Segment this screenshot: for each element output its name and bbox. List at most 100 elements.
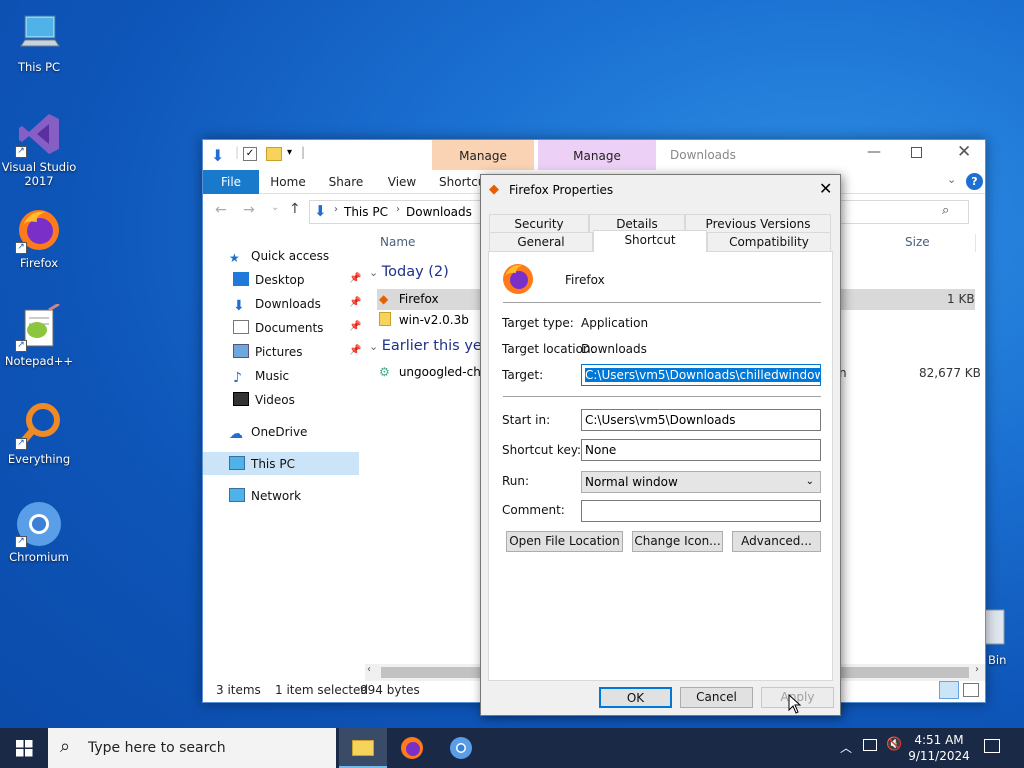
separator: | <box>301 145 306 159</box>
customize-toolbar-icon[interactable]: ▾ <box>287 147 292 158</box>
manage-shortcut-contextual-tab[interactable]: Manage <box>432 140 534 170</box>
comment-field[interactable] <box>581 500 821 522</box>
ok-button[interactable]: OK <box>599 687 672 708</box>
network-status-icon[interactable] <box>863 739 877 751</box>
group-earlier-this-year[interactable]: ⌄ Earlier this yea <box>369 338 491 354</box>
target-field[interactable]: C:\Users\vm5\Downloads\chilledwindows.ex… <box>581 364 821 386</box>
run-label: Run: <box>502 474 530 488</box>
nav-quick-access[interactable]: ★ Quick access <box>229 245 329 267</box>
windows-start-icon[interactable] <box>16 740 33 757</box>
properties-quick-icon[interactable]: ⬇ <box>211 146 224 165</box>
target-type-label: Target type: <box>502 316 574 330</box>
tab-file[interactable]: File <box>203 170 259 194</box>
target-location-value: Downloads <box>581 342 647 356</box>
tab-compatibility[interactable]: Compatibility <box>707 232 831 251</box>
search-icon[interactable]: ⌕ <box>942 203 949 218</box>
maximize-button[interactable] <box>911 147 922 158</box>
comment-label: Comment: <box>502 503 565 517</box>
file-row-win-v2[interactable]: win-v2.0.3b <box>379 310 469 331</box>
nav-onedrive[interactable]: ☁ OneDrive <box>229 421 307 443</box>
selection-count: 1 item selected <box>275 683 369 697</box>
ribbon-expand-icon[interactable]: ⌄ <box>947 173 956 186</box>
group-today[interactable]: ⌄ Today (2) <box>369 264 449 280</box>
tab-shortcut[interactable]: Shortcut <box>593 230 707 252</box>
firefox-shortcut-icon: ◆ <box>379 292 389 306</box>
desktop-icon-firefox[interactable]: ↗ Firefox <box>0 206 78 270</box>
desktop-icon-label: Notepad++ <box>4 354 74 368</box>
back-icon[interactable]: ← <box>215 202 227 218</box>
taskbar-chromium[interactable] <box>437 728 485 768</box>
change-icon-button[interactable]: Change Icon... <box>632 531 723 552</box>
tab-general[interactable]: General <box>489 232 593 251</box>
search-box[interactable]: ⌕ Type here to search <box>48 728 336 768</box>
volume-muted-icon[interactable]: 🔇 <box>886 737 902 752</box>
recent-locations-icon[interactable]: ⌄ <box>271 202 279 213</box>
desktop-folder-icon <box>233 272 249 286</box>
pictures-folder-icon <box>233 344 249 358</box>
column-header-size[interactable]: Size <box>905 235 930 255</box>
desktop-icon-this-pc[interactable]: This PC <box>0 10 78 74</box>
details-view-icon[interactable] <box>939 681 959 699</box>
help-icon[interactable]: ? <box>966 173 983 190</box>
desktop-icon-everything[interactable]: ↗ Everything <box>0 402 78 466</box>
taskbar-file-explorer[interactable] <box>339 728 387 768</box>
nav-network[interactable]: Network <box>229 485 301 507</box>
chromium-icon: ↗ <box>15 500 63 548</box>
action-center-icon[interactable] <box>984 739 1000 753</box>
scroll-right-icon[interactable]: › <box>975 664 979 675</box>
this-pc-icon <box>229 456 245 470</box>
open-file-location-button[interactable]: Open File Location <box>506 531 623 552</box>
recycle-bin-icon <box>983 609 1005 645</box>
nav-this-pc[interactable]: This PC <box>229 453 295 475</box>
breadcrumb-this-pc[interactable]: This PC <box>344 205 388 219</box>
close-button[interactable]: ✕ <box>957 142 971 162</box>
run-select[interactable]: Normal window ⌄ <box>581 471 821 493</box>
notepad-plus-plus-icon: ↗ <box>15 302 63 352</box>
downloads-folder-icon: ⬇ <box>233 298 245 314</box>
nav-music[interactable]: ♪ Music <box>233 365 289 387</box>
scroll-left-icon[interactable]: ‹ <box>367 664 371 675</box>
tab-share[interactable]: Share <box>321 170 371 194</box>
nav-desktop[interactable]: Desktop <box>233 269 305 291</box>
taskbar-firefox[interactable] <box>388 728 436 768</box>
cancel-button[interactable]: Cancel <box>680 687 753 708</box>
file-row-firefox[interactable]: ◆ Firefox <box>379 289 439 310</box>
manage-app-contextual-tab[interactable]: Manage <box>538 140 656 170</box>
shortcut-key-field[interactable]: None <box>581 439 821 461</box>
new-folder-quick-icon[interactable] <box>266 147 282 161</box>
show-hidden-icons-icon[interactable]: ︿ <box>840 739 852 756</box>
desktop-icon-visual-studio[interactable]: ↗ Visual Studio 2017 <box>0 110 78 188</box>
up-icon[interactable]: ↑ <box>289 201 301 217</box>
start-in-field[interactable]: C:\Users\vm5\Downloads <box>581 409 821 431</box>
forward-icon[interactable]: → <box>243 202 255 218</box>
nav-documents[interactable]: Documents <box>233 317 323 339</box>
column-divider <box>975 234 976 252</box>
shortcut-arrow-icon: ↗ <box>15 536 27 548</box>
nav-videos[interactable]: Videos <box>233 389 295 411</box>
column-header-name[interactable]: Name <box>380 235 415 255</box>
file-size: 82,677 KB <box>919 366 981 380</box>
shortcut-arrow-icon: ↗ <box>15 340 27 352</box>
file-row-ungoogled-chromium[interactable]: ⚙ ungoogled-chr <box>379 362 486 383</box>
nav-pictures[interactable]: Pictures <box>233 341 303 363</box>
tab-home[interactable]: Home <box>263 170 313 194</box>
large-icons-view-icon[interactable] <box>963 683 979 697</box>
explorer-titlebar: ⬇ | ✓ ▾ | Manage Manage Downloads — ✕ <box>203 140 985 170</box>
collapse-chevron-icon: ⌄ <box>369 266 382 279</box>
firefox-icon: ↗ <box>15 206 63 254</box>
clock[interactable]: 4:51 AM 9/11/2024 <box>906 732 972 764</box>
advanced-button[interactable]: Advanced... <box>732 531 821 552</box>
nav-downloads[interactable]: ⬇ Downloads <box>233 293 321 315</box>
dialog-close-button[interactable]: ✕ <box>819 179 832 198</box>
desktop-icon-label: Visual Studio 2017 <box>1 160 77 188</box>
desktop-icon-notepad-plus-plus[interactable]: ↗ Notepad++ <box>0 302 78 368</box>
checkbox-quick-icon[interactable]: ✓ <box>243 147 257 161</box>
tab-view[interactable]: View <box>377 170 427 194</box>
tab-security[interactable]: Security <box>489 214 589 232</box>
minimize-button[interactable]: — <box>867 144 881 160</box>
breadcrumb-downloads[interactable]: Downloads <box>406 205 472 219</box>
desktop-icon-recycle-bin[interactable]: Bin <box>980 604 1024 668</box>
firefox-large-icon <box>503 264 533 294</box>
taskbar: ⌕ Type here to search ︿ 🔇 4:51 AM 9/11/2… <box>0 728 1024 768</box>
desktop-icon-chromium[interactable]: ↗ Chromium <box>0 500 78 564</box>
